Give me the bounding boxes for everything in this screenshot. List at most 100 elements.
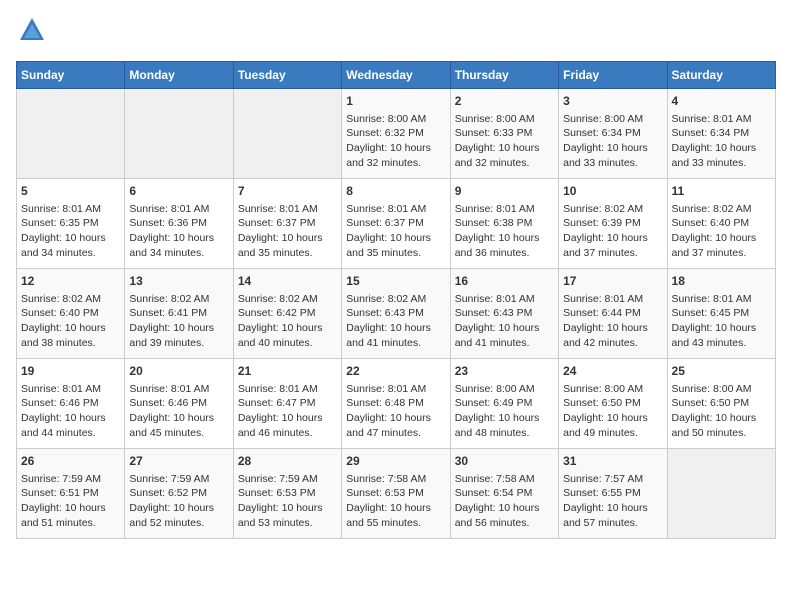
day-number: 22 [346, 363, 445, 380]
daylight-text: Daylight: 10 hours and 43 minutes. [672, 321, 771, 350]
day-cell: 21Sunrise: 8:01 AMSunset: 6:47 PMDayligh… [233, 359, 341, 449]
sunset-text: Sunset: 6:55 PM [563, 486, 662, 501]
daylight-text: Daylight: 10 hours and 47 minutes. [346, 411, 445, 440]
day-cell: 2Sunrise: 8:00 AMSunset: 6:33 PMDaylight… [450, 89, 558, 179]
day-cell: 28Sunrise: 7:59 AMSunset: 6:53 PMDayligh… [233, 449, 341, 539]
sunset-text: Sunset: 6:34 PM [672, 126, 771, 141]
sunset-text: Sunset: 6:50 PM [672, 396, 771, 411]
sunset-text: Sunset: 6:53 PM [346, 486, 445, 501]
daylight-text: Daylight: 10 hours and 41 minutes. [346, 321, 445, 350]
sunrise-text: Sunrise: 8:01 AM [346, 382, 445, 397]
day-number: 8 [346, 183, 445, 200]
daylight-text: Daylight: 10 hours and 34 minutes. [21, 231, 120, 260]
sunrise-text: Sunrise: 8:01 AM [346, 202, 445, 217]
sunrise-text: Sunrise: 8:02 AM [563, 202, 662, 217]
week-row-2: 5Sunrise: 8:01 AMSunset: 6:35 PMDaylight… [17, 179, 776, 269]
day-cell: 13Sunrise: 8:02 AMSunset: 6:41 PMDayligh… [125, 269, 233, 359]
sunset-text: Sunset: 6:32 PM [346, 126, 445, 141]
day-cell: 12 Sunrise: 8:02 AMSunset: 6:40 PMDayligh… [17, 269, 125, 359]
sunset-text: Sunset: 6:49 PM [455, 396, 554, 411]
day-cell: 9Sunrise: 8:01 AMSunset: 6:38 PMDaylight… [450, 179, 558, 269]
days-of-week-row: SundayMondayTuesdayWednesdayThursdayFrid… [17, 62, 776, 89]
day-number: 16 [455, 273, 554, 290]
sunset-text: Sunset: 6:45 PM [672, 306, 771, 321]
day-number: 18 [672, 273, 771, 290]
day-number: 17 [563, 273, 662, 290]
day-cell: 22Sunrise: 8:01 AMSunset: 6:48 PMDayligh… [342, 359, 450, 449]
day-cell: 23 Sunrise: 8:00 AMSunset: 6:49 PMDayligh… [450, 359, 558, 449]
day-cell [125, 89, 233, 179]
day-number: 12 [21, 273, 120, 290]
sunrise-text: Sunrise: 8:01 AM [455, 202, 554, 217]
daylight-text: Daylight: 10 hours and 35 minutes. [346, 231, 445, 260]
day-cell: 26Sunrise: 7:59 AMSunset: 6:51 PMDayligh… [17, 449, 125, 539]
logo [16, 16, 46, 49]
day-header-saturday: Saturday [667, 62, 775, 89]
daylight-text: Daylight: 10 hours and 49 minutes. [563, 411, 662, 440]
day-header-tuesday: Tuesday [233, 62, 341, 89]
daylight-text: Daylight: 10 hours and 44 minutes. [21, 411, 120, 440]
daylight-text: Daylight: 10 hours and 33 minutes. [563, 141, 662, 170]
daylight-text: Daylight: 10 hours and 53 minutes. [238, 501, 337, 530]
day-cell: 29Sunrise: 7:58 AMSunset: 6:53 PMDayligh… [342, 449, 450, 539]
day-header-thursday: Thursday [450, 62, 558, 89]
sunrise-text: Sunrise: 8:01 AM [129, 382, 228, 397]
sunset-text: Sunset: 6:37 PM [238, 216, 337, 231]
day-number: 27 [129, 453, 228, 470]
day-cell: 5Sunrise: 8:01 AMSunset: 6:35 PMDaylight… [17, 179, 125, 269]
day-cell: 6Sunrise: 8:01 AMSunset: 6:36 PMDaylight… [125, 179, 233, 269]
sunrise-text: Sunrise: 7:57 AM [563, 472, 662, 487]
day-cell: 17Sunrise: 8:01 AMSunset: 6:44 PMDayligh… [559, 269, 667, 359]
day-number: 9 [455, 183, 554, 200]
daylight-text: Daylight: 10 hours and 37 minutes. [672, 231, 771, 260]
sunset-text: Sunset: 6:50 PM [563, 396, 662, 411]
day-cell: 11Sunrise: 8:02 AMSunset: 6:40 PMDayligh… [667, 179, 775, 269]
day-cell: 3Sunrise: 8:00 AMSunset: 6:34 PMDaylight… [559, 89, 667, 179]
sunset-text: Sunset: 6:39 PM [563, 216, 662, 231]
sunrise-text: Sunrise: 8:01 AM [455, 292, 554, 307]
week-row-3: 12Sunrise: 8:02 AMSunset: 6:40 PMDayligh… [17, 269, 776, 359]
sunrise-text: Sunrise: 8:00 AM [455, 382, 554, 397]
sunset-text: Sunset: 6:33 PM [455, 126, 554, 141]
day-number: 14 [238, 273, 337, 290]
sunrise-text: Sunrise: 8:00 AM [455, 112, 554, 127]
sunrise-text: Sunrise: 8:01 AM [21, 382, 120, 397]
sunset-text: Sunset: 6:42 PM [238, 306, 337, 321]
sunrise-text: Sunrise: 8:02 AM [21, 292, 120, 307]
daylight-text: Daylight: 10 hours and 37 minutes. [563, 231, 662, 260]
day-header-wednesday: Wednesday [342, 62, 450, 89]
sunset-text: Sunset: 6:47 PM [238, 396, 337, 411]
day-cell: 16Sunrise: 8:01 AMSunset: 6:43 PMDayligh… [450, 269, 558, 359]
sunset-text: Sunset: 6:40 PM [21, 306, 120, 321]
daylight-text: Daylight: 10 hours and 48 minutes. [455, 411, 554, 440]
sunrise-text: Sunrise: 7:58 AM [455, 472, 554, 487]
day-cell: 24Sunrise: 8:00 AMSunset: 6:50 PMDayligh… [559, 359, 667, 449]
daylight-text: Daylight: 10 hours and 32 minutes. [346, 141, 445, 170]
sunset-text: Sunset: 6:35 PM [21, 216, 120, 231]
daylight-text: Daylight: 10 hours and 50 minutes. [672, 411, 771, 440]
day-number: 23 [455, 363, 554, 380]
daylight-text: Daylight: 10 hours and 38 minutes. [21, 321, 120, 350]
day-cell: 19Sunrise: 8:01 AMSunset: 6:46 PMDayligh… [17, 359, 125, 449]
day-header-friday: Friday [559, 62, 667, 89]
day-cell: 20Sunrise: 8:01 AMSunset: 6:46 PMDayligh… [125, 359, 233, 449]
sunrise-text: Sunrise: 8:02 AM [672, 202, 771, 217]
day-cell: 14Sunrise: 8:02 AMSunset: 6:42 PMDayligh… [233, 269, 341, 359]
sunrise-text: Sunrise: 8:01 AM [238, 382, 337, 397]
sunset-text: Sunset: 6:43 PM [346, 306, 445, 321]
daylight-text: Daylight: 10 hours and 46 minutes. [238, 411, 337, 440]
sunset-text: Sunset: 6:37 PM [346, 216, 445, 231]
sunrise-text: Sunrise: 8:02 AM [129, 292, 228, 307]
sunset-text: Sunset: 6:54 PM [455, 486, 554, 501]
sunset-text: Sunset: 6:53 PM [238, 486, 337, 501]
day-number: 30 [455, 453, 554, 470]
calendar-table: SundayMondayTuesdayWednesdayThursdayFrid… [16, 61, 776, 539]
sunset-text: Sunset: 6:38 PM [455, 216, 554, 231]
sunset-text: Sunset: 6:46 PM [129, 396, 228, 411]
logo-icon [18, 16, 46, 44]
day-number: 6 [129, 183, 228, 200]
daylight-text: Daylight: 10 hours and 42 minutes. [563, 321, 662, 350]
day-number: 10 [563, 183, 662, 200]
day-number: 20 [129, 363, 228, 380]
sunset-text: Sunset: 6:41 PM [129, 306, 228, 321]
